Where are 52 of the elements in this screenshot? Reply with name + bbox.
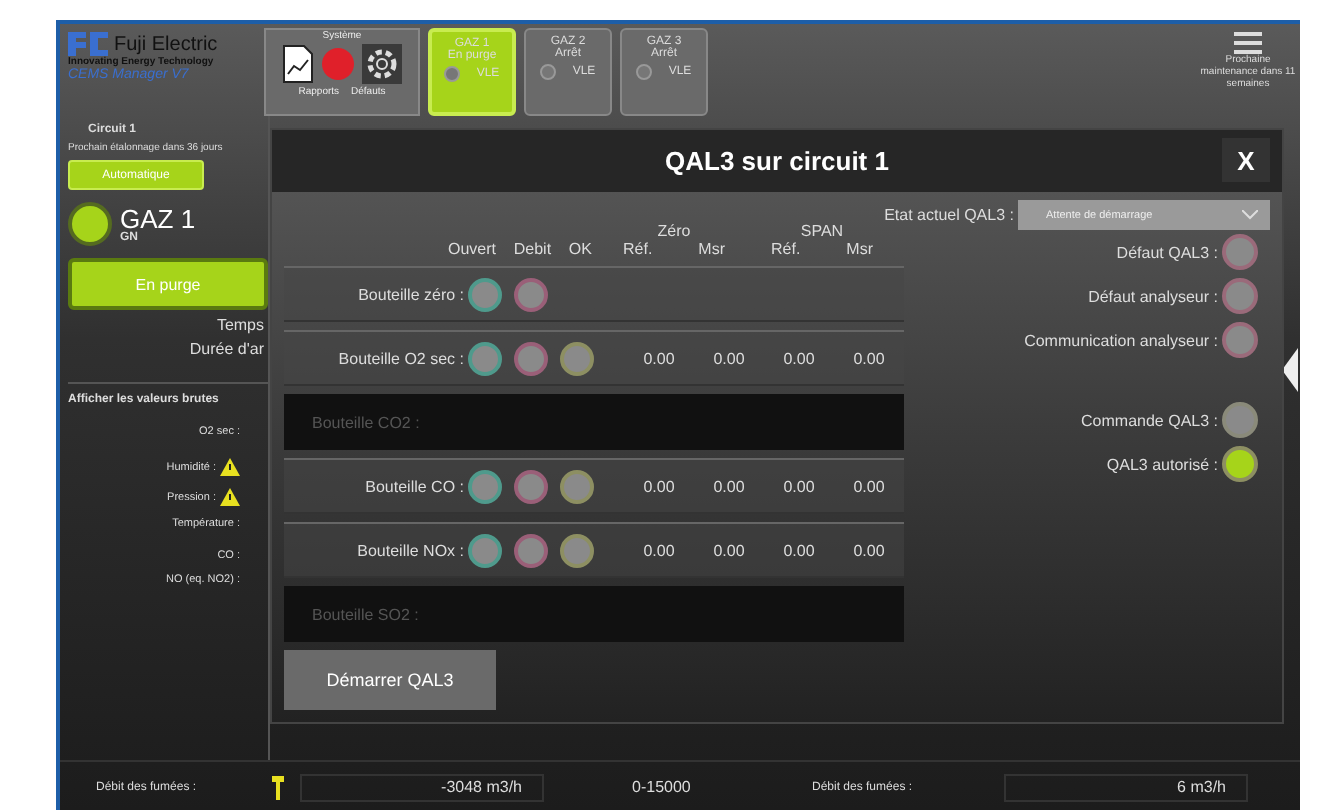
value-cell-text: 0.00 bbox=[781, 477, 817, 495]
logo-icon bbox=[68, 32, 108, 56]
column-header: Réf. bbox=[771, 240, 801, 258]
value-cell-text: 0.00 bbox=[641, 541, 677, 559]
bottle-label: Bouteille CO2 : bbox=[310, 413, 422, 431]
arrow-icon bbox=[1282, 348, 1298, 392]
value-cell-text: 0.00 bbox=[711, 541, 747, 559]
value-cell-text: 0.00 bbox=[711, 349, 747, 367]
value-cell-text: 0.00 bbox=[851, 349, 887, 367]
status-label: QAL3 autorisé : bbox=[1106, 455, 1218, 473]
flow-value: -3048 m3/h bbox=[300, 773, 544, 801]
status-dot bbox=[444, 66, 461, 82]
column-group-header: SPAN bbox=[800, 222, 844, 240]
status-label: Communication analyseur : bbox=[1024, 331, 1218, 349]
gas-name: GAZ 1 bbox=[120, 205, 196, 231]
bottle-label: Bouteille SO2 : bbox=[310, 605, 421, 623]
gear-icon[interactable] bbox=[362, 44, 402, 84]
column-group-header: Zéro bbox=[657, 222, 691, 240]
value-cell-text: 0.00 bbox=[711, 477, 747, 495]
value-cell-text: 0.00 bbox=[781, 349, 817, 367]
value-cell-text: 0.00 bbox=[851, 477, 887, 495]
state-label: Etat actuel QAL3 : bbox=[884, 206, 1014, 224]
brand-name: Fuji Electric bbox=[114, 33, 218, 55]
column-header: Msr bbox=[846, 240, 873, 258]
flow-value: 6 m3/h bbox=[1004, 773, 1248, 801]
report-icon[interactable] bbox=[282, 44, 314, 84]
value-cell-text: 0.00 bbox=[851, 541, 887, 559]
value-cell-text: 0.00 bbox=[641, 477, 677, 495]
value-cell-text: 0.00 bbox=[781, 541, 817, 559]
status-dot bbox=[636, 64, 653, 80]
status-label: Commande QAL3 : bbox=[1081, 411, 1218, 429]
start-button[interactable]: Démarrer QAL3 bbox=[284, 650, 496, 710]
column-header: Msr bbox=[698, 240, 725, 258]
time-label: Durée d'ar bbox=[187, 340, 266, 358]
time-label: Temps bbox=[214, 316, 266, 334]
status-dot bbox=[540, 64, 557, 80]
column-header: OK bbox=[568, 240, 592, 258]
column-header: Réf. bbox=[623, 240, 653, 258]
bottle-label: Bouteille NOx : bbox=[355, 541, 464, 559]
bottle-label: Bouteille zéro : bbox=[356, 285, 464, 303]
chevron-icon bbox=[1242, 210, 1258, 220]
bottle-label: Bouteille CO : bbox=[363, 477, 464, 495]
close-button[interactable]: X bbox=[1222, 138, 1270, 182]
bottle-label: Bouteille O2 sec : bbox=[336, 349, 464, 367]
dialog-title: QAL3 sur circuit 1 bbox=[665, 146, 889, 176]
menu-icon[interactable] bbox=[1234, 32, 1262, 54]
flow-range: 0-15000 bbox=[632, 778, 691, 796]
column-header: Debit bbox=[513, 240, 552, 258]
value-cell-text: 0.00 bbox=[641, 349, 677, 367]
column-header: Ouvert bbox=[448, 240, 497, 258]
status-label: Défaut QAL3 : bbox=[1116, 243, 1218, 261]
status-label: Défaut analyseur : bbox=[1088, 287, 1218, 305]
